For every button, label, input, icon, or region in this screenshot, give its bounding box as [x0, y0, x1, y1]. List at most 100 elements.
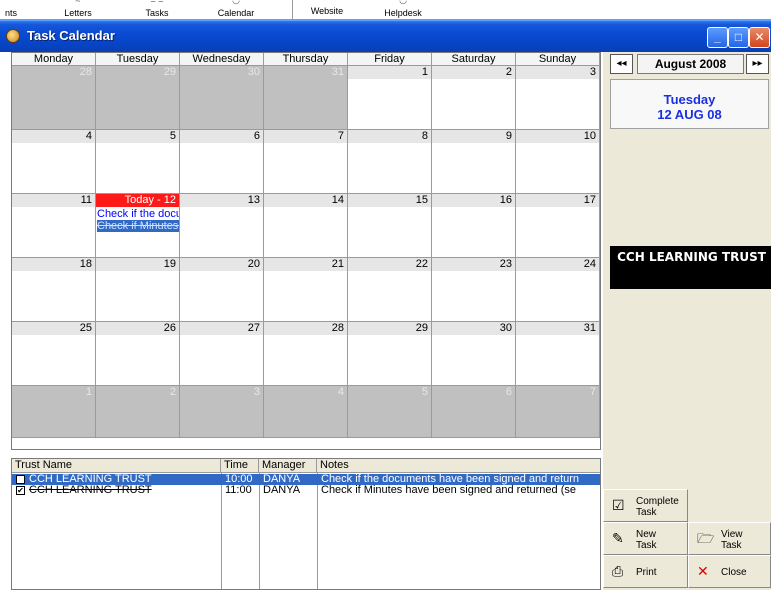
minimize-button[interactable]: _ [707, 27, 728, 48]
calendar-day[interactable]: 5 [96, 130, 180, 194]
calendar-day[interactable]: 31 [264, 66, 348, 130]
calendar-day[interactable]: 8 [348, 130, 432, 194]
new-task-button[interactable]: ✎ New Task [603, 522, 688, 555]
maximize-button[interactable]: □ [728, 27, 749, 48]
toolbar-item-website[interactable]: Website [305, 0, 349, 19]
calendar-day[interactable]: 15 [348, 194, 432, 258]
calendar-day[interactable]: 4 [264, 386, 348, 438]
calendar-day[interactable]: 25 [12, 322, 96, 386]
calendar-day[interactable]: 28 [264, 322, 348, 386]
column-header-notes[interactable]: Notes [317, 459, 600, 473]
window-title: Task Calendar [27, 28, 115, 43]
day-number: 9 [432, 130, 515, 143]
prev-month-button[interactable]: ◂◂ [610, 54, 633, 74]
calendar-day[interactable]: 7 [264, 130, 348, 194]
calendar-icon: ◡ [232, 0, 240, 5]
calendar-day[interactable]: 19 [96, 258, 180, 322]
day-number: 27 [180, 322, 263, 335]
view-task-label: View Task [721, 529, 743, 551]
calendar-day[interactable]: 30 [432, 322, 516, 386]
calendar-day[interactable]: 9 [432, 130, 516, 194]
close-button[interactable]: ✕ Close [688, 555, 771, 588]
calendar-day[interactable]: 23 [432, 258, 516, 322]
day-number: 4 [12, 130, 95, 143]
day-number: 15 [348, 194, 431, 207]
column-header-time[interactable]: Time [221, 459, 259, 473]
calendar-day[interactable]: 5 [348, 386, 432, 438]
calendar-day[interactable]: 6 [432, 386, 516, 438]
calendar-day[interactable]: 2 [96, 386, 180, 438]
task-checkbox[interactable] [16, 475, 25, 484]
calendar-day[interactable]: 1 [12, 386, 96, 438]
calendar-day[interactable]: 18 [12, 258, 96, 322]
calendar-day[interactable]: 26 [96, 322, 180, 386]
day-number: 13 [180, 194, 263, 207]
view-task-button[interactable]: 🗁 View Task [688, 522, 771, 555]
weekday-header: Wednesday [180, 53, 264, 66]
toolbar-label: Tasks [145, 8, 169, 18]
calendar-day[interactable]: 21 [264, 258, 348, 322]
cell-time: 10:00 [225, 474, 253, 485]
current-month-label: August 2008 [637, 54, 744, 74]
calendar-day[interactable]: 16 [432, 194, 516, 258]
calendar-day[interactable]: 4 [12, 130, 96, 194]
calendar-day[interactable]: 3 [180, 386, 264, 438]
day-number: 6 [180, 130, 263, 143]
complete-task-button[interactable]: ☑ Complete Task [603, 489, 688, 522]
calendar-day[interactable]: 13 [180, 194, 264, 258]
calendar-day[interactable]: 2 [432, 66, 516, 130]
calendar-day[interactable]: 22 [348, 258, 432, 322]
weekday-header: Saturday [432, 53, 516, 66]
calendar-day[interactable]: 28 [12, 66, 96, 130]
task-checkbox-checked[interactable]: ✔ [16, 486, 25, 495]
calendar-day[interactable]: 30 [180, 66, 264, 130]
calendar-day[interactable]: 17 [516, 194, 600, 258]
day-number: 16 [432, 194, 515, 207]
day-number: 23 [432, 258, 515, 271]
print-button[interactable]: ⎙ Print [603, 555, 688, 588]
next-month-button[interactable]: ▸▸ [746, 54, 769, 74]
checkbox-icon: ☑ [612, 497, 625, 513]
day-number: 7 [516, 386, 599, 399]
toolbar-item-helpdesk[interactable]: ◡ Helpdesk [378, 0, 428, 19]
calendar-day[interactable]: 27 [180, 322, 264, 386]
window-titlebar[interactable]: Task Calendar _ □ ✕ [0, 19, 771, 52]
toolbar-item-contacts[interactable]: nts [0, 0, 22, 19]
calendar-day[interactable]: 11 [12, 194, 96, 258]
calendar-day[interactable]: 20 [180, 258, 264, 322]
toolbar-item-calendar[interactable]: ◡ Calendar [212, 0, 260, 19]
close-label: Close [721, 567, 747, 578]
table-row[interactable]: CCH LEARNING TRUST 10:00 DANYA Check if the… [12, 474, 600, 485]
calendar-day[interactable]: 6 [180, 130, 264, 194]
calendar-day[interactable]: 10 [516, 130, 600, 194]
day-number: 30 [432, 322, 515, 335]
table-row[interactable]: ✔ CCH LEARNING TRUST 11:00 DANYA Check if Mi… [12, 485, 600, 496]
task-list: Trust Name Time Manager Notes CCH LEARNI… [11, 458, 601, 590]
letters-icon: ≈ [75, 0, 81, 5]
calendar-day[interactable]: 3 [516, 66, 600, 130]
cell-notes: Check if Minutes have been signed and re… [321, 485, 576, 496]
calendar-day[interactable]: 29 [96, 66, 180, 130]
calendar-day[interactable]: 14 [264, 194, 348, 258]
toolbar-item-letters[interactable]: ≈ Letters [58, 0, 98, 19]
calendar-task-entry[interactable]: Check if the docu [97, 208, 179, 220]
day-number: 5 [96, 130, 179, 143]
calendar-day[interactable]: 1 [348, 66, 432, 130]
calendar-day[interactable]: 31 [516, 322, 600, 386]
day-number: 3 [516, 66, 599, 79]
column-header-trust[interactable]: Trust Name [12, 459, 221, 473]
calendar-day[interactable]: 7 [516, 386, 600, 438]
calendar-day[interactable]: 29 [348, 322, 432, 386]
day-number: 17 [516, 194, 599, 207]
day-number: 26 [96, 322, 179, 335]
close-window-button[interactable]: ✕ [749, 27, 770, 48]
day-number: 24 [516, 258, 599, 271]
calendar-day[interactable]: 24 [516, 258, 600, 322]
toolbar-label: Calendar [217, 8, 255, 18]
toolbar-item-tasks[interactable]: = = Tasks [140, 0, 174, 19]
cell-manager: DANYA [263, 474, 301, 485]
selected-date: 12 AUG 08 [657, 107, 722, 122]
column-header-manager[interactable]: Manager [259, 459, 317, 473]
calendar-task-entry[interactable]: Check if Minutes h [97, 220, 179, 232]
calendar-day-today[interactable]: Today - 12 Check if the docu Check if Minu… [96, 194, 180, 258]
